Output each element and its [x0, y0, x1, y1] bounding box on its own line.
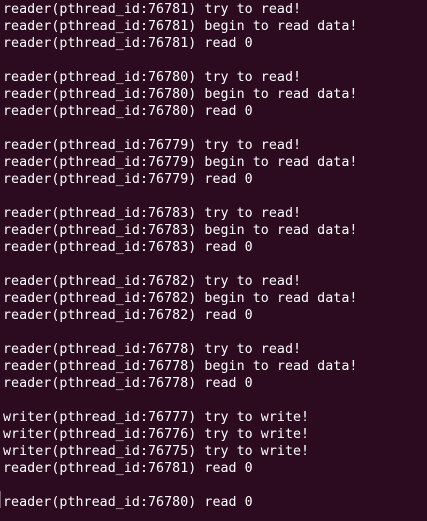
terminal-line: reader(pthread_id:76778) begin to read d… [3, 359, 358, 374]
terminal-line: reader(pthread_id:76783) begin to read d… [3, 223, 358, 238]
terminal-window[interactable]: reader(pthread_id:76781) try to read! re… [0, 0, 427, 521]
terminal-line: reader(pthread_id:76781) read 0 [3, 36, 253, 51]
terminal-line: reader(pthread_id:76778) try to read! [3, 342, 302, 357]
terminal-line: reader(pthread_id:76780) try to read! [3, 70, 302, 85]
terminal-line: reader(pthread_id:76779) begin to read d… [3, 155, 358, 170]
terminal-line: writer(pthread_id:76777) try to write! [3, 410, 310, 425]
terminal-line: reader(pthread_id:76780) read 0 [3, 104, 253, 119]
terminal-line: reader(pthread_id:76779) read 0 [3, 172, 253, 187]
terminal-line: reader(pthread_id:76781) begin to read d… [3, 19, 358, 34]
terminal-line: reader(pthread_id:76780) begin to read d… [3, 87, 358, 102]
terminal-line: reader(pthread_id:76782) begin to read d… [3, 291, 358, 306]
terminal-line: reader(pthread_id:76782) try to read! [3, 274, 302, 289]
terminal-line: reader(pthread_id:76780) read 0 [3, 495, 253, 510]
text-cursor [0, 491, 1, 508]
terminal-line: reader(pthread_id:76783) try to read! [3, 206, 302, 221]
terminal-line: writer(pthread_id:76776) try to write! [3, 427, 310, 442]
terminal-line: reader(pthread_id:76781) read 0 [3, 461, 253, 476]
terminal-line: reader(pthread_id:76783) read 0 [3, 240, 253, 255]
terminal-line: reader(pthread_id:76778) read 0 [3, 376, 253, 391]
terminal-line: reader(pthread_id:76782) read 0 [3, 308, 253, 323]
terminal-line: writer(pthread_id:76775) try to write! [3, 444, 310, 459]
terminal-output: reader(pthread_id:76781) try to read! re… [3, 1, 357, 511]
terminal-line: reader(pthread_id:76781) try to read! [3, 2, 302, 17]
terminal-line: reader(pthread_id:76779) try to read! [3, 138, 302, 153]
